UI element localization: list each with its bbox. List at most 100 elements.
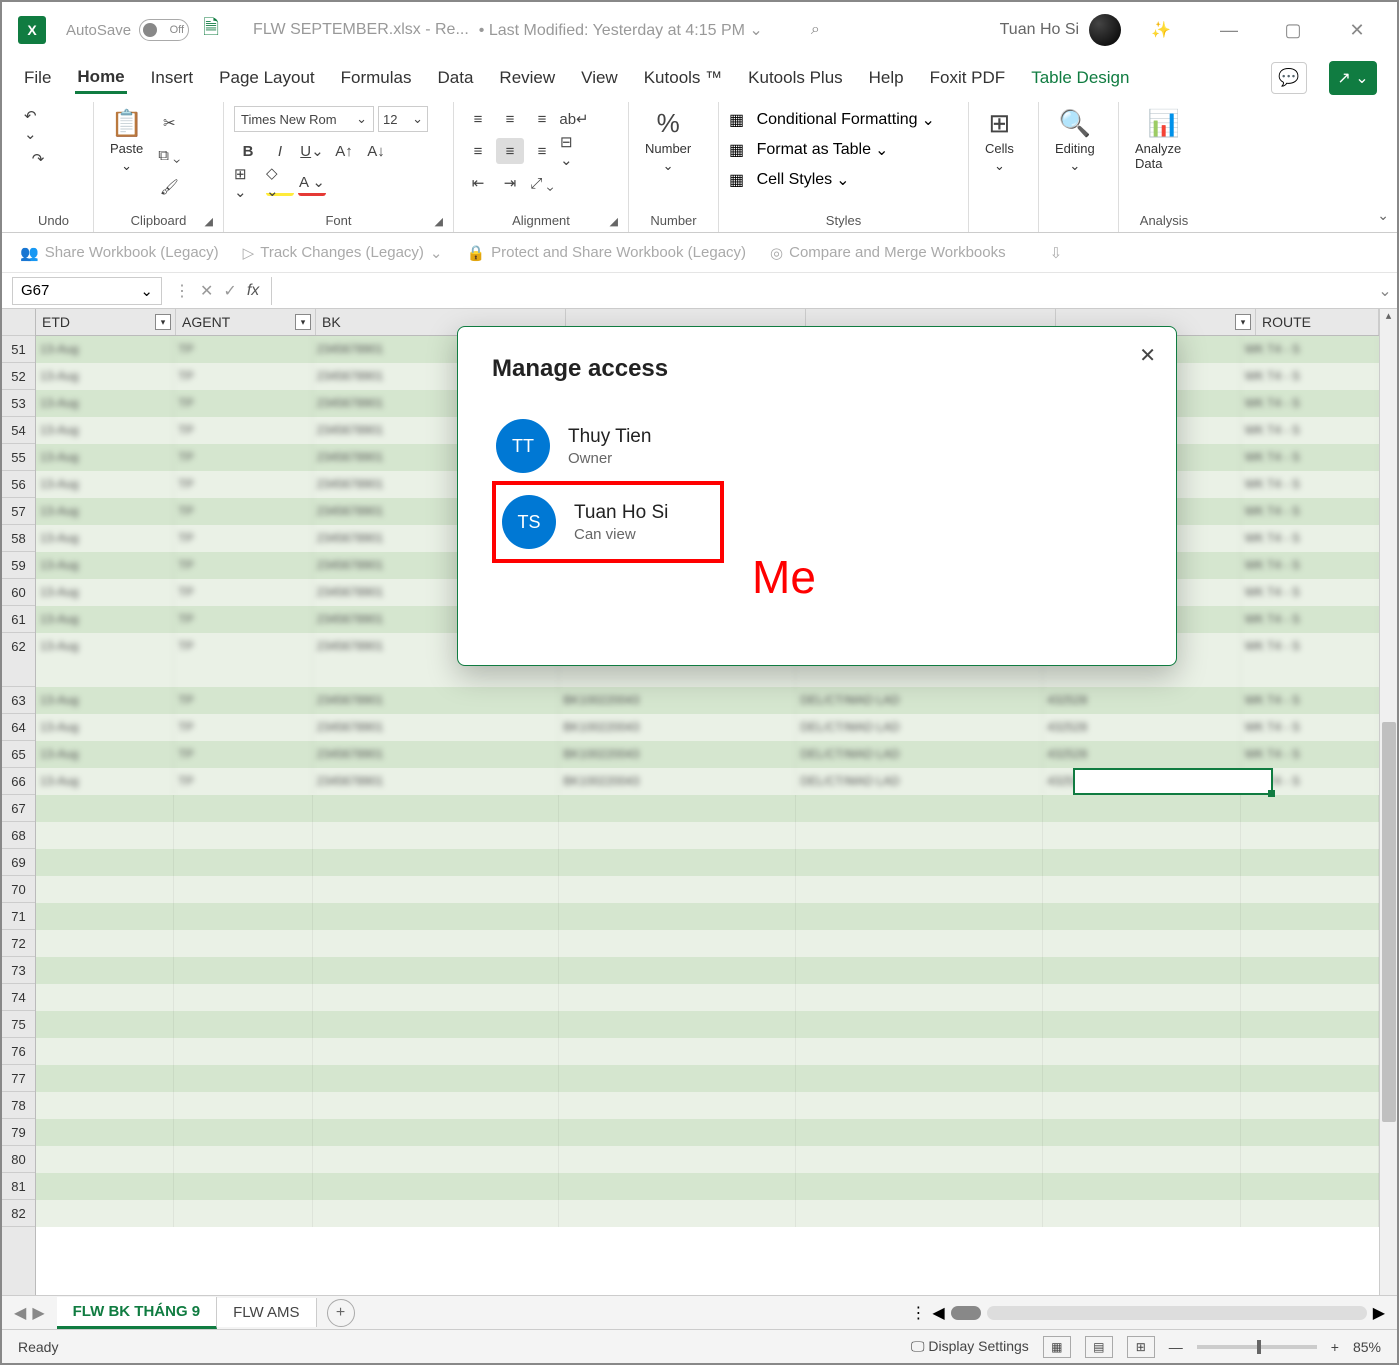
hscroll-right[interactable]: ▶	[1373, 1303, 1385, 1323]
maximize-button[interactable]: ▢	[1273, 20, 1313, 41]
cut-icon[interactable]: ✂	[155, 110, 183, 136]
cell[interactable]	[1241, 822, 1379, 849]
cell[interactable]: 13-Aug	[36, 471, 174, 498]
cell[interactable]	[796, 876, 1043, 903]
cell[interactable]	[1241, 1038, 1379, 1065]
cell[interactable]: 2345678901	[313, 714, 560, 741]
cell[interactable]	[796, 1200, 1043, 1227]
row-header[interactable]: 82	[2, 1200, 35, 1227]
cell[interactable]	[559, 822, 796, 849]
cell[interactable]: 13-Aug	[36, 336, 174, 363]
cell[interactable]	[313, 822, 560, 849]
cell[interactable]: 2345678901	[313, 687, 560, 714]
cell[interactable]	[796, 1038, 1043, 1065]
close-button[interactable]: ✕	[1337, 20, 1377, 41]
align-top-icon[interactable]: ≡	[464, 106, 492, 132]
sheet-nav-next[interactable]: ▶	[32, 1303, 44, 1323]
row-header[interactable]: 51	[2, 336, 35, 363]
cell[interactable]: WK T4 - S	[1241, 687, 1379, 714]
page-layout-view-button[interactable]: ▤	[1085, 1336, 1113, 1358]
cell[interactable]	[559, 984, 796, 1011]
cell[interactable]	[1241, 903, 1379, 930]
cell[interactable]	[313, 1146, 560, 1173]
orientation-icon[interactable]: ⤢ ⌄	[528, 170, 556, 196]
cell[interactable]	[174, 876, 312, 903]
insert-function-icon[interactable]: fx	[247, 282, 259, 300]
font-color-button[interactable]: A ⌄	[298, 170, 326, 196]
row-header[interactable]: 68	[2, 822, 35, 849]
cell[interactable]: WK T4 - S	[1241, 444, 1379, 471]
cell[interactable]	[313, 984, 560, 1011]
italic-button[interactable]: I	[266, 138, 294, 164]
tab-kutools[interactable]: Kutools ™	[642, 64, 724, 92]
active-cell[interactable]	[1073, 768, 1273, 795]
cell[interactable]	[174, 1065, 312, 1092]
cell[interactable]	[36, 876, 174, 903]
cell[interactable]	[174, 1200, 312, 1227]
tab-page-layout[interactable]: Page Layout	[217, 64, 316, 92]
cell[interactable]	[1241, 1065, 1379, 1092]
row-header[interactable]: 61	[2, 606, 35, 633]
cell[interactable]	[796, 822, 1043, 849]
cell[interactable]	[36, 1173, 174, 1200]
cell[interactable]: TP	[174, 336, 312, 363]
decrease-indent-icon[interactable]: ⇤	[464, 170, 492, 196]
align-middle-icon[interactable]: ≡	[496, 106, 524, 132]
cell[interactable]: TP	[174, 417, 312, 444]
zoom-slider[interactable]	[1197, 1345, 1317, 1349]
cell[interactable]	[1241, 1173, 1379, 1200]
column-header-route[interactable]: ROUTE	[1256, 309, 1379, 335]
collapse-ribbon-icon[interactable]: ⌄	[1377, 207, 1389, 224]
cell[interactable]	[36, 930, 174, 957]
row-header[interactable]: 60	[2, 579, 35, 606]
row-header[interactable]: 78	[2, 1092, 35, 1119]
filter-icon[interactable]: ▾	[155, 314, 171, 330]
cell[interactable]	[559, 1146, 796, 1173]
namebox-menu-icon[interactable]: ⋮	[174, 281, 190, 301]
formula-bar-input[interactable]	[271, 277, 1373, 305]
cell[interactable]: 13-Aug	[36, 498, 174, 525]
cell[interactable]	[1043, 876, 1241, 903]
row-header[interactable]: 64	[2, 714, 35, 741]
cell[interactable]	[1043, 930, 1241, 957]
tab-insert[interactable]: Insert	[149, 64, 196, 92]
cell[interactable]	[1043, 822, 1241, 849]
merge-center-icon[interactable]: ⊟ ⌄	[560, 138, 588, 164]
cell[interactable]: 2345678901	[313, 741, 560, 768]
column-header-agent[interactable]: AGENT▾	[176, 309, 316, 335]
tab-file[interactable]: File	[22, 64, 53, 92]
cell[interactable]	[559, 957, 796, 984]
cell[interactable]	[313, 903, 560, 930]
save-icon[interactable]: 🗎	[197, 17, 225, 43]
cell[interactable]: 13-Aug	[36, 768, 174, 795]
cell[interactable]	[174, 984, 312, 1011]
cell[interactable]	[313, 1038, 560, 1065]
row-header[interactable]: 58	[2, 525, 35, 552]
cell[interactable]	[1043, 1146, 1241, 1173]
cell[interactable]	[174, 822, 312, 849]
cell[interactable]: BK100220043	[559, 768, 796, 795]
cell[interactable]	[559, 1092, 796, 1119]
cell[interactable]: 2345678901	[313, 768, 560, 795]
cell[interactable]	[174, 1146, 312, 1173]
row-header[interactable]: 63	[2, 687, 35, 714]
row-header[interactable]: 79	[2, 1119, 35, 1146]
cell[interactable]	[1043, 795, 1241, 822]
tab-help[interactable]: Help	[867, 64, 906, 92]
cell[interactable]	[796, 1065, 1043, 1092]
row-header[interactable]: 73	[2, 957, 35, 984]
cell[interactable]	[559, 930, 796, 957]
sheet-tab[interactable]: FLW AMS	[217, 1298, 316, 1327]
copy-icon[interactable]: ⧉ ⌄	[155, 142, 183, 168]
cell[interactable]	[1241, 1011, 1379, 1038]
row-header[interactable]: 55	[2, 444, 35, 471]
cell[interactable]	[796, 795, 1043, 822]
cell[interactable]	[796, 903, 1043, 930]
cell[interactable]: WK T4 - S	[1241, 498, 1379, 525]
row-header[interactable]: 57	[2, 498, 35, 525]
font-name-select[interactable]: Times New Rom⌄	[234, 106, 374, 132]
comments-button[interactable]: 💬	[1271, 62, 1307, 94]
cell[interactable]	[1241, 930, 1379, 957]
cell[interactable]	[559, 795, 796, 822]
tab-kutools-plus[interactable]: Kutools Plus	[746, 64, 845, 92]
